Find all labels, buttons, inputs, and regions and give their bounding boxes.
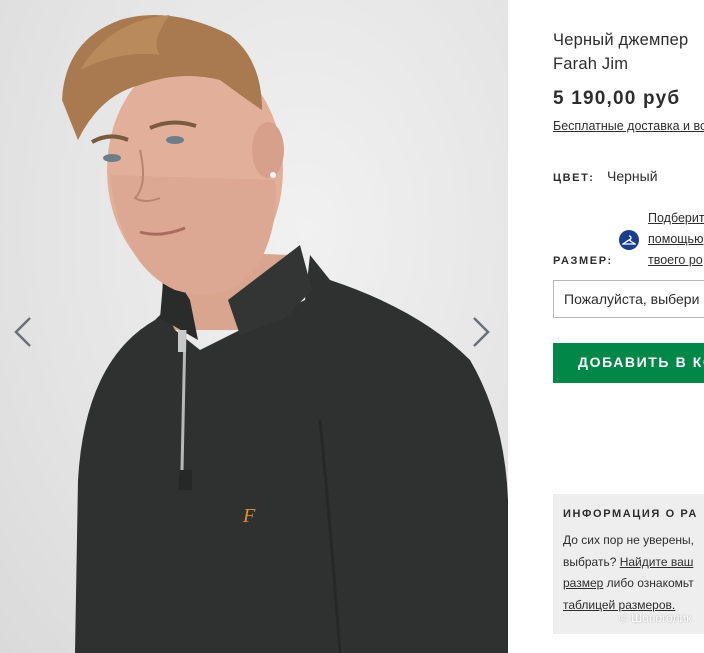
next-image-button[interactable]: [466, 312, 496, 352]
product-info-panel: Черный джемпер Farah Jim 5 190,00 руб Бе…: [553, 0, 704, 653]
size-link[interactable]: размер: [563, 576, 603, 590]
fit-assistant-line3[interactable]: твоего ро: [648, 250, 704, 271]
size-info-line3-text: либо ознакомьт: [603, 576, 694, 590]
product-title: Черный джемпер Farah Jim: [553, 28, 704, 76]
color-row: ЦВЕТ: Черный: [553, 168, 658, 186]
product-photo: F: [62, 15, 508, 653]
svg-text:F: F: [242, 505, 256, 527]
chevron-left-icon: [14, 317, 31, 347]
product-price: 5 190,00 руб: [553, 88, 681, 109]
color-value: Черный: [607, 168, 658, 184]
size-info-line2: выбрать? Найдите ваш: [563, 552, 704, 574]
find-your-size-link[interactable]: Найдите ваш: [620, 555, 694, 569]
add-to-bag-button[interactable]: ДОБАВИТЬ В КО: [553, 343, 704, 383]
product-title-line2: Farah Jim: [553, 55, 629, 73]
size-info-title: ИНФОРМАЦИЯ О РА: [563, 508, 698, 520]
previous-image-button[interactable]: [8, 312, 38, 352]
watermark: © Шопоголик: [619, 611, 692, 625]
color-label: ЦВЕТ:: [553, 172, 595, 184]
size-info-line3: размер либо ознакомьт: [563, 573, 704, 595]
delivery-returns-link[interactable]: Бесплатные доставка и во: [553, 119, 704, 133]
fit-assistant-line2[interactable]: помощью: [648, 229, 704, 250]
size-info-line1: До сих пор не уверены,: [563, 533, 694, 547]
chevron-right-icon: [473, 317, 490, 347]
fit-assistant-line1[interactable]: Подберит: [648, 208, 704, 229]
product-image-gallery: F: [0, 0, 508, 653]
size-label: РАЗМЕР:: [553, 255, 613, 267]
hanger-icon[interactable]: [619, 230, 639, 250]
product-title-line1: Черный джемпер: [553, 31, 689, 49]
size-info-line2-text: выбрать?: [563, 554, 620, 569]
size-select[interactable]: Пожалуйста, выбери: [553, 280, 704, 318]
size-info-text: До сих пор не уверены, выбрать? Найдите …: [563, 530, 704, 616]
fit-assistant-link[interactable]: Подберит помощью твоего ро: [648, 208, 704, 271]
